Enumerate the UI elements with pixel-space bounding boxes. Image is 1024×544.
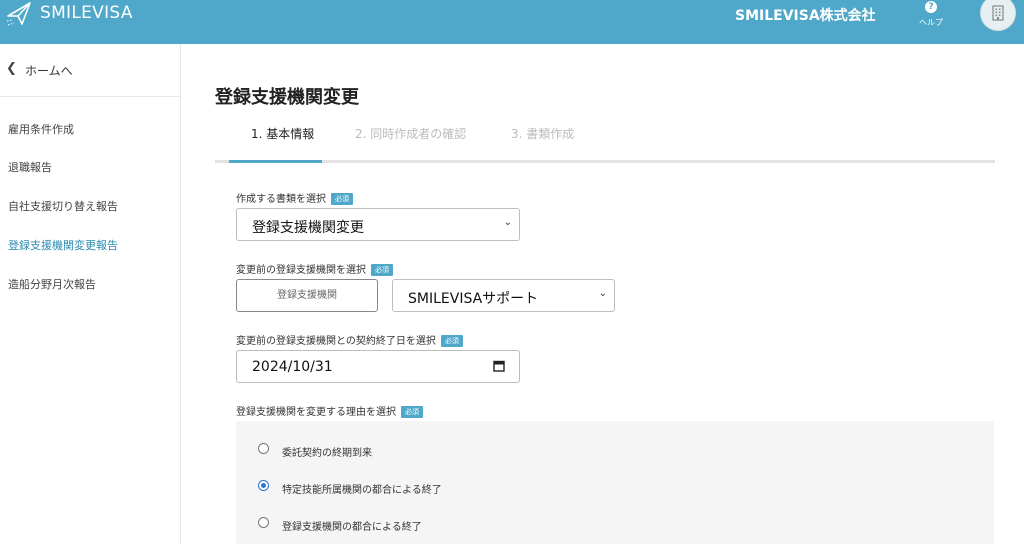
help-label: ヘルプ [919,18,943,27]
required-badge: 必須 [401,406,423,418]
chevron-left-icon: ❮ [6,61,17,76]
reason-radio-organization-convenience[interactable] [258,480,269,491]
document-type-value: 登録支援機関変更 [252,220,364,236]
sidebar-item-resignation-report[interactable]: 退職報告 [8,159,52,175]
home-link[interactable]: ❮ ホームへ [0,44,180,97]
reason-label: 登録支援機関を変更する理由を選択 必須 [236,403,423,418]
calendar-icon[interactable] [493,360,505,372]
required-badge: 必須 [331,193,353,205]
app-name[interactable]: SMILEVISA [40,3,133,23]
chevron-down-icon: ⌄ [503,217,512,228]
step-tabs: 1. 基本情報 2. 同時作成者の確認 3. 書類作成 [215,117,995,163]
page-title: 登録支援機関変更 [215,87,359,108]
end-date-input[interactable]: 2024/10/31 [236,350,520,383]
tab-basic-info[interactable]: 1. 基本情報 [251,125,314,142]
sidebar-item-agency-change-report[interactable]: 登録支援機関変更報告 [8,237,118,253]
tab-active-indicator [229,160,322,163]
tab-document-creation[interactable]: 3. 書類作成 [511,125,574,142]
previous-agency-value: SMILEVISAサポート [408,291,539,307]
reason-radio-agency-convenience[interactable] [258,517,269,528]
sidebar-item-shipbuilding-monthly[interactable]: 造船分野月次報告 [8,276,96,292]
help-button[interactable]: ? ヘルプ [908,0,954,30]
sidebar-item-self-support-switch[interactable]: 自社支援切り替え報告 [8,198,118,214]
previous-agency-select[interactable]: SMILEVISAサポート ⌄ [392,279,615,312]
required-badge: 必須 [371,264,393,276]
header-bar: SMILEVISA SMILEVISA株式会社 ? ヘルプ [0,0,1024,44]
agency-search-button[interactable]: 登録支援機関 [236,279,378,312]
help-icon: ? [925,1,937,13]
home-label: ホームへ [25,64,73,78]
paper-plane-icon [6,2,31,26]
sidebar-item-employment-terms[interactable]: 雇用条件作成 [8,121,74,137]
required-badge: 必須 [440,335,463,347]
building-icon [992,5,1004,21]
tab-track [215,160,995,163]
sidebar: ❮ ホームへ [0,44,181,544]
document-type-label: 作成する書類を選択 必須 [236,190,353,205]
chevron-down-icon: ⌄ [598,288,607,299]
reason-option-label[interactable]: 委託契約の終期到来 [282,444,372,459]
end-date-value: 2024/10/31 [252,359,333,375]
end-date-label: 変更前の登録支援機関との契約終了日を選択 必須 [236,332,463,347]
account-avatar[interactable] [980,0,1016,31]
previous-agency-label: 変更前の登録支援機関を選択 必須 [236,261,393,276]
tab-co-author-check[interactable]: 2. 同時作成者の確認 [355,125,466,142]
reason-option-label[interactable]: 特定技能所属機関の都合による終了 [282,481,442,496]
company-name[interactable]: SMILEVISA株式会社 [735,5,876,25]
reason-option-label[interactable]: 登録支援機関の都合による終了 [282,518,422,533]
app-window: SMILEVISA SMILEVISA株式会社 ? ヘルプ ❮ ホームへ 雇用条… [0,0,1024,544]
reason-radio-contract-expiry[interactable] [258,443,269,454]
document-type-select[interactable]: 登録支援機関変更 ⌄ [236,208,520,241]
